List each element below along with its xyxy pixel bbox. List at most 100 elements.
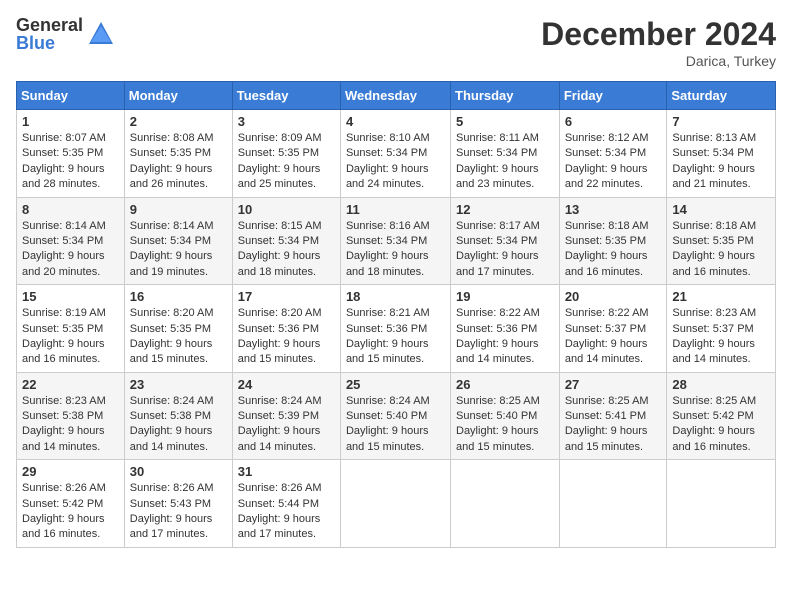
day-number: 8 [22, 202, 119, 217]
day-info: Sunrise: 8:20 AMSunset: 5:36 PMDaylight:… [238, 306, 335, 368]
calendar-week-row: 15 Sunrise: 8:19 AMSunset: 5:35 PMDaylig… [17, 285, 776, 373]
table-row: 23 Sunrise: 8:24 AMSunset: 5:38 PMDaylig… [124, 372, 232, 460]
day-info: Sunrise: 8:09 AMSunset: 5:35 PMDaylight:… [238, 131, 335, 193]
day-info: Sunrise: 8:22 AMSunset: 5:37 PMDaylight:… [565, 306, 662, 368]
day-number: 4 [346, 114, 445, 129]
day-info: Sunrise: 8:18 AMSunset: 5:35 PMDaylight:… [672, 219, 770, 281]
table-row: 31 Sunrise: 8:26 AMSunset: 5:44 PMDaylig… [232, 460, 340, 548]
day-number: 3 [238, 114, 335, 129]
day-number: 31 [238, 464, 335, 479]
title-block: December 2024 Darica, Turkey [541, 16, 776, 69]
day-number: 6 [565, 114, 662, 129]
table-row: 14 Sunrise: 8:18 AMSunset: 5:35 PMDaylig… [667, 197, 776, 285]
table-row: 5 Sunrise: 8:11 AMSunset: 5:34 PMDayligh… [451, 110, 560, 198]
day-number: 21 [672, 289, 770, 304]
day-info: Sunrise: 8:16 AMSunset: 5:34 PMDaylight:… [346, 219, 445, 281]
day-info: Sunrise: 8:07 AMSunset: 5:35 PMDaylight:… [22, 131, 119, 193]
table-row: 8 Sunrise: 8:14 AMSunset: 5:34 PMDayligh… [17, 197, 125, 285]
day-number: 13 [565, 202, 662, 217]
day-info: Sunrise: 8:17 AMSunset: 5:34 PMDaylight:… [456, 219, 554, 281]
logo: General Blue [16, 16, 115, 52]
logo-icon [87, 20, 115, 48]
day-info: Sunrise: 8:26 AMSunset: 5:44 PMDaylight:… [238, 481, 335, 543]
day-info: Sunrise: 8:25 AMSunset: 5:42 PMDaylight:… [672, 394, 770, 456]
table-row: 22 Sunrise: 8:23 AMSunset: 5:38 PMDaylig… [17, 372, 125, 460]
table-row: 10 Sunrise: 8:15 AMSunset: 5:34 PMDaylig… [232, 197, 340, 285]
day-number: 19 [456, 289, 554, 304]
header-tuesday: Tuesday [232, 82, 340, 110]
table-row: 21 Sunrise: 8:23 AMSunset: 5:37 PMDaylig… [667, 285, 776, 373]
calendar-week-row: 29 Sunrise: 8:26 AMSunset: 5:42 PMDaylig… [17, 460, 776, 548]
day-number: 11 [346, 202, 445, 217]
header-wednesday: Wednesday [340, 82, 450, 110]
table-row: 11 Sunrise: 8:16 AMSunset: 5:34 PMDaylig… [340, 197, 450, 285]
day-number: 25 [346, 377, 445, 392]
table-row: 13 Sunrise: 8:18 AMSunset: 5:35 PMDaylig… [559, 197, 667, 285]
day-number: 16 [130, 289, 227, 304]
day-number: 27 [565, 377, 662, 392]
day-info: Sunrise: 8:26 AMSunset: 5:42 PMDaylight:… [22, 481, 119, 543]
calendar-week-row: 22 Sunrise: 8:23 AMSunset: 5:38 PMDaylig… [17, 372, 776, 460]
table-row [667, 460, 776, 548]
header-monday: Monday [124, 82, 232, 110]
table-row: 15 Sunrise: 8:19 AMSunset: 5:35 PMDaylig… [17, 285, 125, 373]
day-number: 30 [130, 464, 227, 479]
day-info: Sunrise: 8:23 AMSunset: 5:38 PMDaylight:… [22, 394, 119, 456]
logo-general-text: General [16, 16, 83, 34]
day-number: 29 [22, 464, 119, 479]
day-info: Sunrise: 8:25 AMSunset: 5:40 PMDaylight:… [456, 394, 554, 456]
day-info: Sunrise: 8:10 AMSunset: 5:34 PMDaylight:… [346, 131, 445, 193]
day-info: Sunrise: 8:08 AMSunset: 5:35 PMDaylight:… [130, 131, 227, 193]
table-row: 9 Sunrise: 8:14 AMSunset: 5:34 PMDayligh… [124, 197, 232, 285]
table-row: 24 Sunrise: 8:24 AMSunset: 5:39 PMDaylig… [232, 372, 340, 460]
table-row: 28 Sunrise: 8:25 AMSunset: 5:42 PMDaylig… [667, 372, 776, 460]
day-number: 18 [346, 289, 445, 304]
day-number: 5 [456, 114, 554, 129]
table-row: 17 Sunrise: 8:20 AMSunset: 5:36 PMDaylig… [232, 285, 340, 373]
day-info: Sunrise: 8:19 AMSunset: 5:35 PMDaylight:… [22, 306, 119, 368]
day-info: Sunrise: 8:18 AMSunset: 5:35 PMDaylight:… [565, 219, 662, 281]
calendar-table: Sunday Monday Tuesday Wednesday Thursday… [16, 81, 776, 548]
day-number: 20 [565, 289, 662, 304]
day-number: 9 [130, 202, 227, 217]
table-row: 1 Sunrise: 8:07 AMSunset: 5:35 PMDayligh… [17, 110, 125, 198]
day-number: 12 [456, 202, 554, 217]
table-row: 6 Sunrise: 8:12 AMSunset: 5:34 PMDayligh… [559, 110, 667, 198]
table-row: 29 Sunrise: 8:26 AMSunset: 5:42 PMDaylig… [17, 460, 125, 548]
day-number: 1 [22, 114, 119, 129]
day-info: Sunrise: 8:25 AMSunset: 5:41 PMDaylight:… [565, 394, 662, 456]
day-info: Sunrise: 8:13 AMSunset: 5:34 PMDaylight:… [672, 131, 770, 193]
day-info: Sunrise: 8:11 AMSunset: 5:34 PMDaylight:… [456, 131, 554, 193]
day-number: 7 [672, 114, 770, 129]
table-row: 3 Sunrise: 8:09 AMSunset: 5:35 PMDayligh… [232, 110, 340, 198]
calendar-week-row: 1 Sunrise: 8:07 AMSunset: 5:35 PMDayligh… [17, 110, 776, 198]
day-info: Sunrise: 8:14 AMSunset: 5:34 PMDaylight:… [130, 219, 227, 281]
header-sunday: Sunday [17, 82, 125, 110]
day-number: 26 [456, 377, 554, 392]
table-row: 26 Sunrise: 8:25 AMSunset: 5:40 PMDaylig… [451, 372, 560, 460]
table-row: 30 Sunrise: 8:26 AMSunset: 5:43 PMDaylig… [124, 460, 232, 548]
day-info: Sunrise: 8:20 AMSunset: 5:35 PMDaylight:… [130, 306, 227, 368]
header-saturday: Saturday [667, 82, 776, 110]
table-row: 19 Sunrise: 8:22 AMSunset: 5:36 PMDaylig… [451, 285, 560, 373]
header-friday: Friday [559, 82, 667, 110]
day-number: 17 [238, 289, 335, 304]
day-info: Sunrise: 8:22 AMSunset: 5:36 PMDaylight:… [456, 306, 554, 368]
day-number: 10 [238, 202, 335, 217]
table-row: 27 Sunrise: 8:25 AMSunset: 5:41 PMDaylig… [559, 372, 667, 460]
location: Darica, Turkey [541, 53, 776, 69]
logo-blue-text: Blue [16, 34, 83, 52]
day-number: 15 [22, 289, 119, 304]
table-row: 12 Sunrise: 8:17 AMSunset: 5:34 PMDaylig… [451, 197, 560, 285]
table-row: 20 Sunrise: 8:22 AMSunset: 5:37 PMDaylig… [559, 285, 667, 373]
calendar-header-row: Sunday Monday Tuesday Wednesday Thursday… [17, 82, 776, 110]
table-row: 18 Sunrise: 8:21 AMSunset: 5:36 PMDaylig… [340, 285, 450, 373]
calendar-week-row: 8 Sunrise: 8:14 AMSunset: 5:34 PMDayligh… [17, 197, 776, 285]
table-row [559, 460, 667, 548]
table-row: 2 Sunrise: 8:08 AMSunset: 5:35 PMDayligh… [124, 110, 232, 198]
day-number: 24 [238, 377, 335, 392]
day-info: Sunrise: 8:26 AMSunset: 5:43 PMDaylight:… [130, 481, 227, 543]
table-row: 7 Sunrise: 8:13 AMSunset: 5:34 PMDayligh… [667, 110, 776, 198]
day-info: Sunrise: 8:24 AMSunset: 5:39 PMDaylight:… [238, 394, 335, 456]
day-info: Sunrise: 8:15 AMSunset: 5:34 PMDaylight:… [238, 219, 335, 281]
